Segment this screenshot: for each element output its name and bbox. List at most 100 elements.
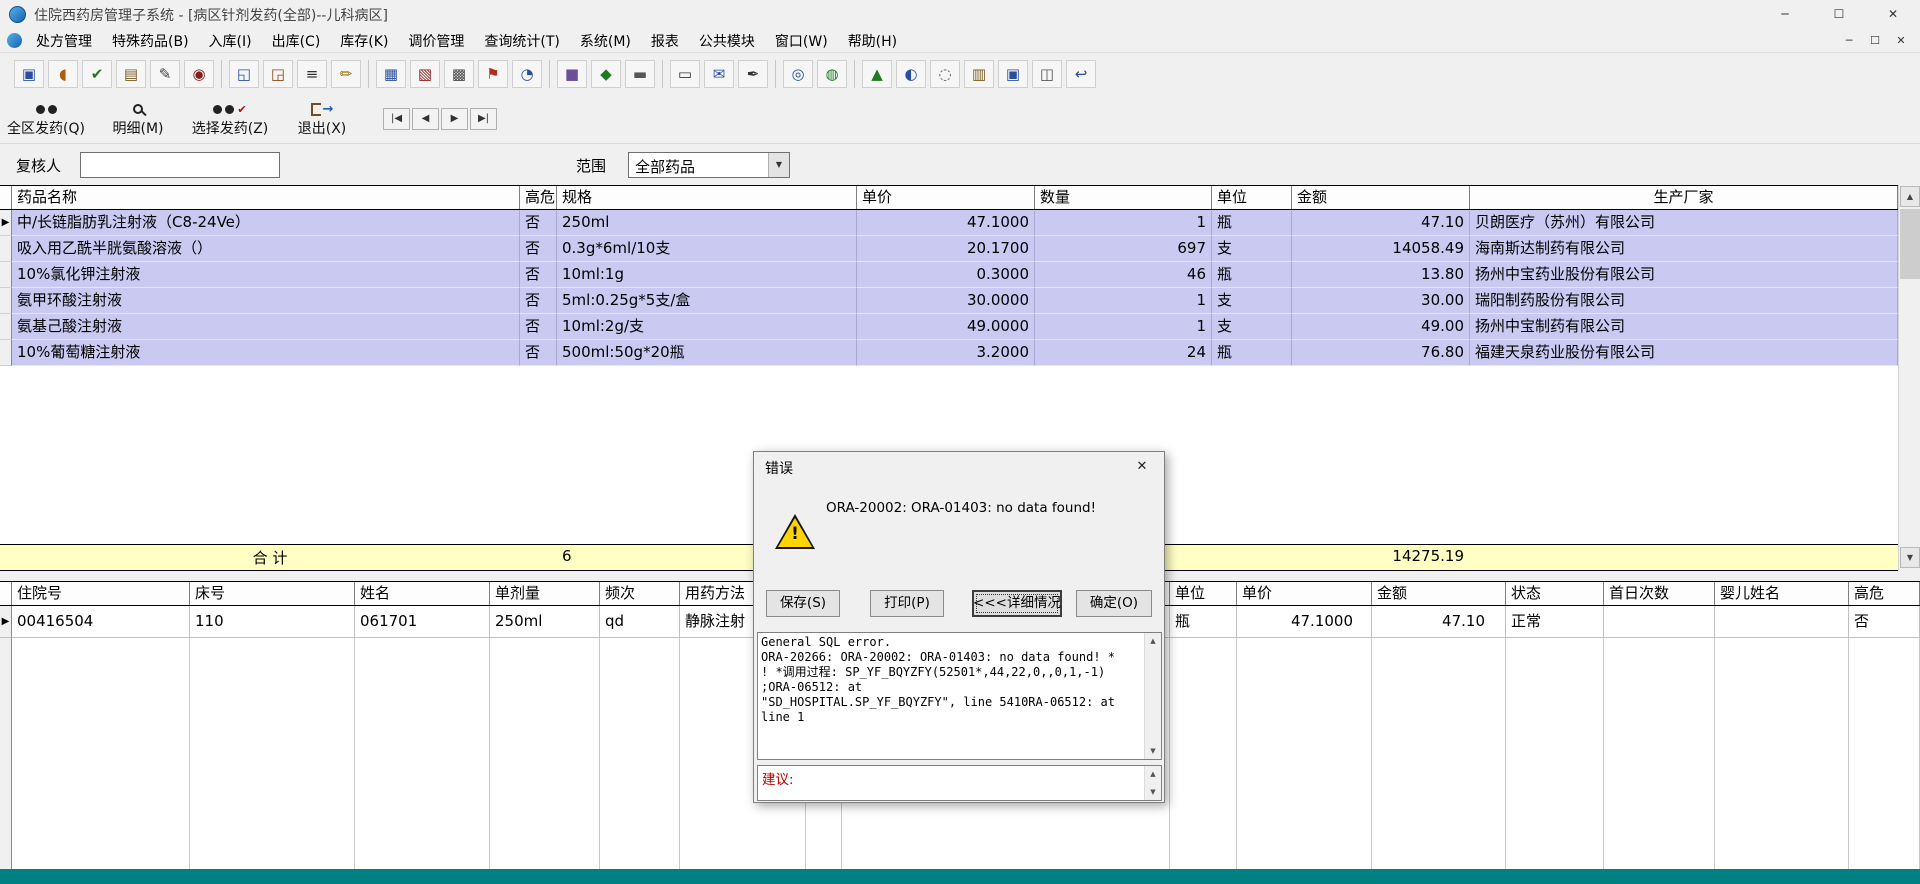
table-row[interactable]: 10%氯化钾注射液 否 10ml:1g 0.3000 46 瓶 13.80 扬州… [0,262,1920,288]
column-header-single-dose[interactable]: 单剂量 [490,582,600,605]
select-dispense-button[interactable]: ✔ 选择发药(Z) [188,97,272,141]
maximize-icon[interactable]: ☐ [1812,0,1866,29]
first-record-icon[interactable]: |◀ [383,108,410,130]
list-icon[interactable]: ≡ [297,60,327,88]
cell-unit[interactable]: 瓶 [1170,606,1237,638]
exit-button[interactable]: → 退出(X) [280,97,364,141]
cell-patient-name[interactable]: 061701 [355,606,490,638]
pencil-icon[interactable]: ✏ [331,60,361,88]
reviewer-input[interactable] [80,152,280,178]
cell-unit[interactable]: 瓶 [1212,210,1292,236]
column-header-quantity[interactable]: 数量 [1035,186,1212,209]
vertical-scrollbar[interactable]: ▲ ▼ [1898,185,1920,571]
outbox-icon[interactable]: ◲ [263,60,293,88]
cell-unit[interactable]: 支 [1212,314,1292,340]
cell-quantity[interactable]: 697 [1035,236,1212,262]
suggestion-scrollbar[interactable]: ▲ ▼ [1144,766,1161,800]
stamp-icon[interactable]: ◉ [184,60,214,88]
cell-unit-price[interactable]: 49.0000 [857,314,1035,340]
detail-scrollbar[interactable]: ▲ ▼ [1144,633,1161,759]
truck-icon[interactable]: ▬ [625,60,655,88]
column-header-unit-price[interactable]: 单价 [857,186,1035,209]
column-header-bed-no[interactable]: 床号 [190,582,355,605]
column-header-drug-name[interactable]: 药品名称 [12,186,520,209]
find-icon[interactable]: ◌ [930,60,960,88]
table-row[interactable]: 吸入用乙酰半胱氨酸溶液（） 否 0.3g*6ml/10支 20.1700 697… [0,236,1920,262]
column-header-amount[interactable]: 金额 [1372,582,1506,605]
grid-icon[interactable]: ▩ [444,60,474,88]
menu-item-common-modules[interactable]: 公共模块 [689,31,765,51]
globe-icon[interactable]: ◐ [896,60,926,88]
cell-single-dose[interactable]: 250ml [490,606,600,638]
edit-doc-icon[interactable]: ✎ [150,60,180,88]
cell-quantity[interactable]: 24 [1035,340,1212,366]
cell-unit[interactable]: 支 [1212,288,1292,314]
menu-item-special-drugs[interactable]: 特殊药品(B) [102,31,199,51]
column-header-first-day-times[interactable]: 首日次数 [1604,582,1715,605]
chart-icon[interactable]: ▲ [862,60,892,88]
dialog-close-icon[interactable]: ✕ [1120,452,1164,482]
menu-item-window[interactable]: 窗口(W) [765,31,838,51]
clock-icon[interactable]: ◔ [512,60,542,88]
cell-amount[interactable]: 49.00 [1292,314,1470,340]
cell-drug-name[interactable]: 氨甲环酸注射液 [12,288,520,314]
menu-item-outbound[interactable]: 出库(C) [262,31,331,51]
flag-icon[interactable]: ⚑ [478,60,508,88]
cell-unit[interactable]: 瓶 [1212,340,1292,366]
zoom-icon[interactable]: ◎ [783,60,813,88]
cell-high-risk[interactable]: 否 [520,210,557,236]
table-row[interactable]: ▶ 中/长链脂肪乳注射液（C8-24Ve） 否 250ml 47.1000 1 … [0,210,1920,236]
table-row[interactable]: 氨基己酸注射液 否 10ml:2g/支 49.0000 1 支 49.00 扬州… [0,314,1920,340]
menu-item-reports[interactable]: 报表 [641,31,689,51]
target-icon[interactable]: ◍ [817,60,847,88]
scroll-up-icon[interactable]: ▲ [1145,633,1161,649]
cell-manufacturer[interactable]: 扬州中宝制药有限公司 [1470,314,1898,340]
cell-unit-price[interactable]: 3.2000 [857,340,1035,366]
table-icon[interactable]: ▦ [376,60,406,88]
save-button[interactable]: 保存(S) [766,590,840,617]
column-header-high-risk[interactable]: 高危 [1849,582,1920,605]
cell-amount[interactable]: 13.80 [1292,262,1470,288]
undo-icon[interactable]: ↩ [1066,60,1096,88]
column-header-patient-name[interactable]: 姓名 [355,582,490,605]
cell-frequency[interactable]: qd [600,606,680,638]
next-record-icon[interactable]: ▶ [441,108,468,130]
column-header-high-risk[interactable]: 高危 [520,186,557,209]
cell-spec[interactable]: 10ml:2g/支 [557,314,857,340]
mdi-restore-icon[interactable]: ☐ [1862,34,1888,47]
scroll-down-icon[interactable]: ▼ [1145,784,1161,800]
cell-unit[interactable]: 支 [1212,236,1292,262]
cell-quantity[interactable]: 46 [1035,262,1212,288]
scroll-down-icon[interactable]: ▼ [1145,743,1161,759]
cell-infant-name[interactable] [1715,606,1849,638]
cell-status[interactable]: 正常 [1506,606,1604,638]
menu-item-price-adjust[interactable]: 调价管理 [398,31,474,51]
print-button[interactable]: 打印(P) [870,590,944,617]
scrollbar-thumb[interactable] [1900,209,1920,279]
column-header-spec[interactable]: 规格 [557,186,857,209]
scope-select[interactable]: 全部药品 ▼ [628,152,790,178]
menu-item-prescription[interactable]: 处方管理 [26,31,102,51]
cell-quantity[interactable]: 1 [1035,288,1212,314]
suggestion-box[interactable]: 建议: ▲ ▼ [757,765,1162,801]
mdi-minimize-icon[interactable]: ─ [1836,34,1862,47]
menu-item-system[interactable]: 系统(M) [570,31,641,51]
monitor-icon[interactable]: ▣ [14,60,44,88]
close-icon[interactable]: ✕ [1866,0,1920,29]
cell-spec[interactable]: 250ml [557,210,857,236]
pen-icon[interactable]: ✒ [738,60,768,88]
column-header-status[interactable]: 状态 [1506,582,1604,605]
cell-unit[interactable]: 瓶 [1212,262,1292,288]
cell-amount[interactable]: 47.10 [1292,210,1470,236]
cell-manufacturer[interactable]: 福建天泉药业股份有限公司 [1470,340,1898,366]
table-row[interactable]: 氨甲环酸注射液 否 5ml:0.25g*5支/盒 30.0000 1 支 30.… [0,288,1920,314]
cell-quantity[interactable]: 1 [1035,314,1212,340]
printer-icon[interactable]: ▭ [670,60,700,88]
cell-high-risk[interactable]: 否 [1849,606,1920,638]
cell-high-risk[interactable]: 否 [520,314,557,340]
report-icon[interactable]: ▥ [964,60,994,88]
chevron-down-icon[interactable]: ▼ [768,153,789,177]
cell-first-day-times[interactable] [1604,606,1715,638]
cell-spec[interactable]: 10ml:1g [557,262,857,288]
mail-icon[interactable]: ✉ [704,60,734,88]
